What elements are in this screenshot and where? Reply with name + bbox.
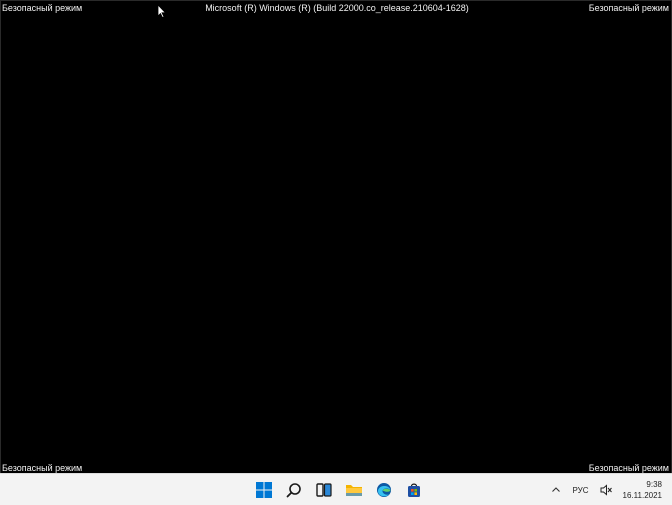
safe-mode-desktop: Безопасный режим Microsoft (R) Windows (… [0, 0, 672, 505]
chevron-up-icon [551, 487, 560, 492]
clock-date: 16.11.2021 [622, 491, 662, 500]
safe-mode-label-top-right: Безопасный режим [588, 3, 669, 13]
volume-muted-icon[interactable] [599, 483, 613, 497]
safe-mode-label-bottom-left: Безопасный режим [2, 463, 83, 473]
mouse-cursor-icon [157, 4, 167, 18]
taskbar-clock[interactable]: 9:38 16.11.2021 [623, 479, 662, 501]
system-tray: РУС 9:38 16.11.2021 [549, 474, 662, 505]
input-language-indicator[interactable]: РУС [573, 486, 589, 495]
file-explorer-button[interactable] [341, 477, 367, 503]
search-button[interactable] [281, 477, 307, 503]
taskbar-pinned-apps [251, 477, 427, 503]
safe-mode-label-bottom-right: Безопасный режим [588, 463, 669, 473]
store-button[interactable] [401, 477, 427, 503]
task-view-button[interactable] [311, 477, 337, 503]
show-hidden-icons-button[interactable] [549, 483, 563, 497]
task-view-icon [316, 483, 332, 497]
search-icon [286, 483, 301, 498]
edge-button[interactable] [371, 477, 397, 503]
taskbar: РУС 9:38 16.11.2021 [0, 473, 672, 505]
build-info: Microsoft (R) Windows (R) (Build 22000.c… [205, 3, 469, 13]
folder-icon [346, 485, 362, 496]
start-button[interactable] [251, 477, 277, 503]
clock-time: 9:38 [646, 480, 662, 489]
store-icon [408, 483, 420, 497]
edge-icon [377, 483, 391, 497]
windows-logo-icon [256, 482, 272, 498]
